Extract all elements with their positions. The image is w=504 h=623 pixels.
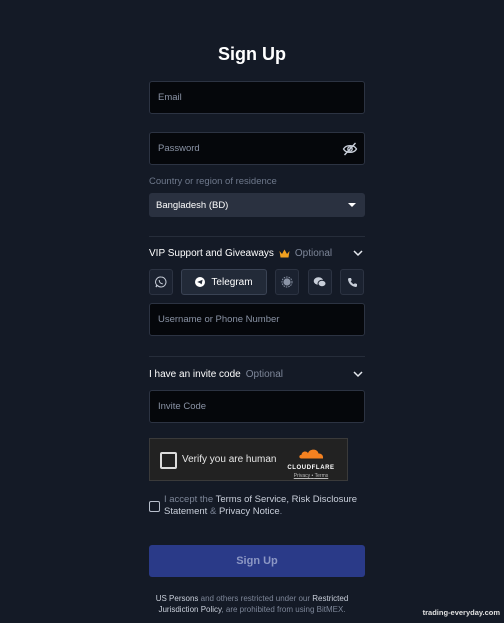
telegram-icon (195, 277, 206, 287)
password-field-wrapper (149, 132, 365, 165)
terms-agreement-text: I accept the Terms of Service, Risk Disc… (164, 494, 364, 518)
signal-button[interactable] (275, 269, 299, 295)
telegram-label: Telegram (211, 276, 253, 288)
link-separator: • (311, 473, 314, 479)
footer-middle-text: and others restricted under our (200, 594, 311, 603)
vip-section-toggle[interactable]: VIP Support and Giveaways Optional (149, 245, 365, 261)
dropdown-caret-icon (348, 203, 356, 207)
country-label: Country or region of residence (149, 176, 277, 187)
us-persons-link[interactable]: US Persons (156, 594, 199, 603)
invite-field-wrapper (149, 390, 365, 423)
sign-up-page: Sign Up Country or region of residence B… (0, 0, 504, 623)
vip-optional-label: Optional (294, 247, 333, 259)
chevron-down-icon (353, 250, 363, 257)
captcha-links: Privacy • Terms (285, 473, 337, 479)
agreement-period: . (279, 506, 283, 517)
country-select[interactable]: Bangladesh (BD) (149, 193, 365, 217)
privacy-notice-link[interactable]: Privacy Notice (219, 506, 280, 517)
restriction-notice: US Persons and others restricted under o… (140, 593, 364, 615)
terms-link[interactable]: Terms (315, 473, 329, 479)
chevron-down-icon (353, 371, 363, 378)
divider (149, 236, 365, 237)
username-or-phone-field[interactable] (150, 304, 364, 335)
watermark: trading-everyday.com (422, 608, 500, 617)
invite-code-field[interactable] (150, 391, 364, 422)
telegram-button[interactable]: Telegram (181, 269, 267, 295)
email-field-wrapper (149, 81, 365, 114)
agreement-amp: & (209, 506, 217, 517)
vip-heading: VIP Support and Giveaways (149, 247, 274, 259)
captcha-label: Verify you are human (182, 454, 277, 465)
captcha-checkbox[interactable] (160, 452, 177, 469)
captcha-widget: Verify you are human CLOUDFLARE Privacy … (149, 438, 348, 481)
country-selected-value: Bangladesh (BD) (156, 199, 229, 211)
email-field[interactable] (150, 82, 364, 113)
agreement-comma: , (286, 494, 289, 505)
password-field[interactable] (150, 133, 364, 164)
sign-up-button[interactable]: Sign Up (149, 545, 365, 577)
accept-terms-checkbox[interactable] (149, 501, 160, 512)
privacy-link[interactable]: Privacy (294, 473, 310, 479)
page-title: Sign Up (218, 44, 286, 64)
agreement-prefix: I accept the (164, 494, 214, 505)
signal-icon (281, 276, 293, 288)
whatsapp-icon (155, 276, 167, 288)
wechat-icon (313, 277, 327, 288)
invite-optional-label: Optional (245, 368, 283, 380)
divider (149, 356, 365, 357)
wechat-button[interactable] (308, 269, 332, 295)
cloud-icon (299, 449, 324, 459)
whatsapp-button[interactable] (149, 269, 173, 295)
footer-end-text: , are prohibited from using BitMEX. (221, 605, 346, 614)
phone-button[interactable] (340, 269, 364, 295)
phone-icon (347, 277, 357, 287)
contact-field-wrapper (149, 303, 365, 336)
cloudflare-logo: CLOUDFLARE Privacy • Terms (285, 446, 337, 479)
terms-of-service-link[interactable]: Terms of Service (216, 494, 287, 505)
invite-section-toggle[interactable]: I have an invite code Optional (149, 366, 365, 382)
eye-off-icon[interactable] (342, 141, 358, 157)
crown-icon (279, 249, 290, 257)
cloudflare-wordmark: CLOUDFLARE (287, 465, 335, 471)
invite-heading: I have an invite code (149, 368, 241, 380)
